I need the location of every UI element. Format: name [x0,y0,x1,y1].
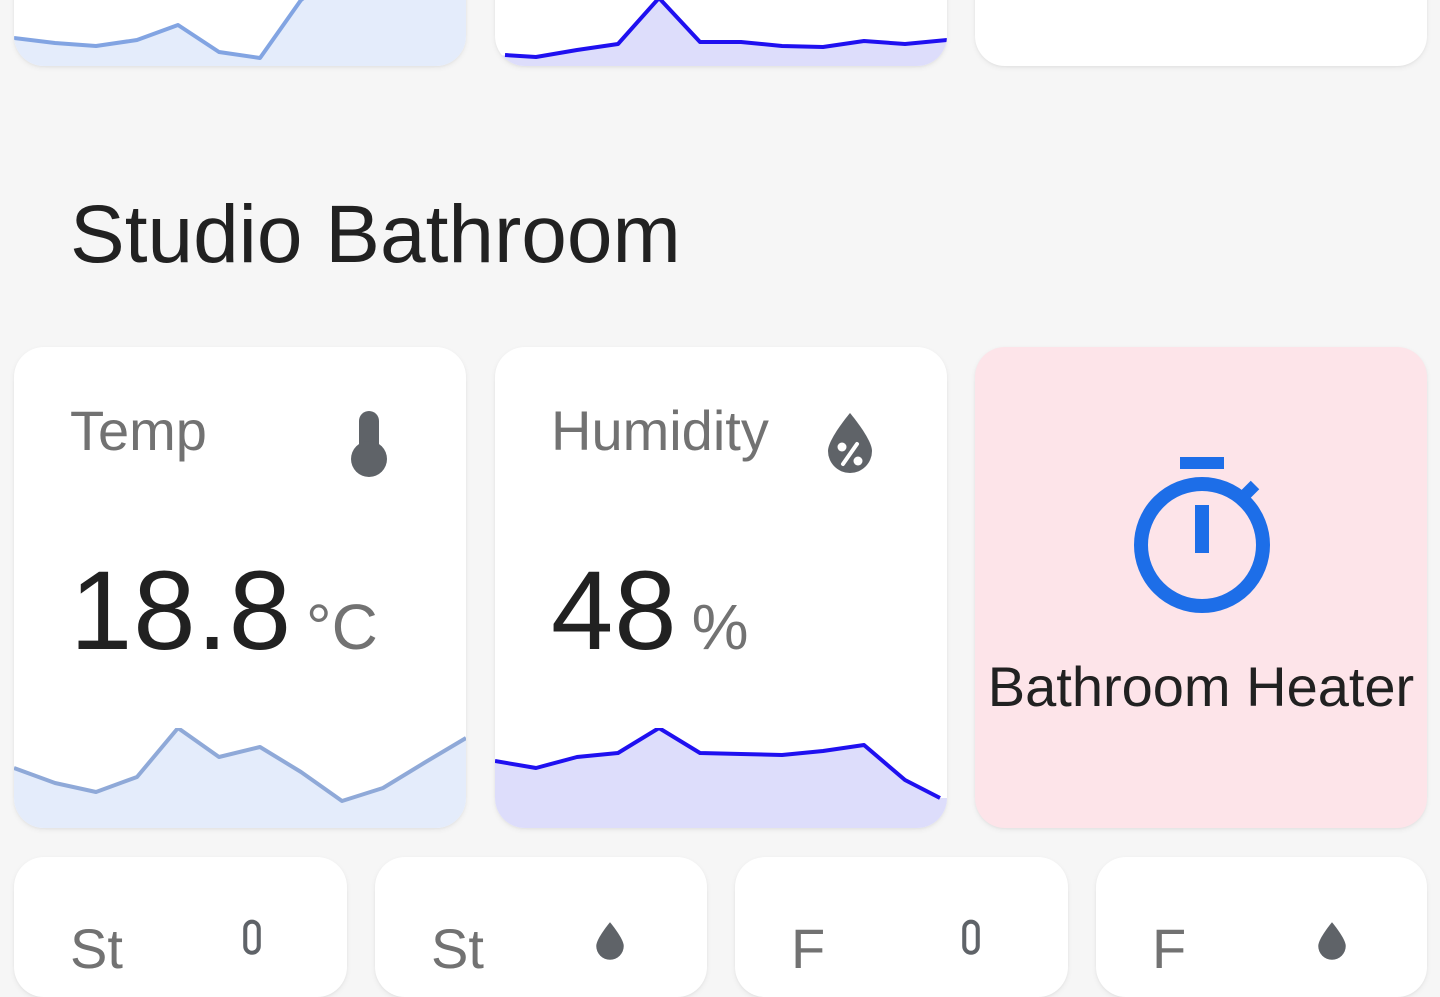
thermometer-icon [351,411,387,477]
bathroom-heater-button[interactable]: Bathroom Heater [975,347,1427,828]
prev-humidity-sparkline [495,0,947,66]
prev-temp-sparkline [14,0,466,66]
water-percent-icon [596,922,624,960]
section-title: Studio Bathroom [70,189,681,280]
temp-number: 18.8 [70,548,292,673]
next-card-3[interactable]: F [735,857,1068,997]
humidity-sparkline [495,728,947,828]
humidity-value: 48% [551,555,748,667]
humidity-card-name: Humidity [551,399,769,462]
next-card-3-name: F [791,917,826,980]
prev-blank-card[interactable] [975,0,1427,66]
next-card-2[interactable]: St [375,857,707,997]
next-card-4[interactable]: F [1096,857,1427,997]
water-percent-icon [828,413,872,473]
temp-unit: °C [305,591,378,663]
water-percent-icon [1318,922,1346,960]
next-card-2-name: St [431,917,484,980]
temp-card-name: Temp [70,399,207,462]
temp-card[interactable]: Temp 18.8 °C [14,347,466,828]
prev-temp-card[interactable] [14,0,466,66]
humidity-number: 48 [551,548,678,673]
humidity-card[interactable]: Humidity 48% [495,347,947,828]
next-card-1-name: St [70,917,123,980]
next-card-1[interactable]: St [14,857,347,997]
thermometer-icon [962,919,980,955]
temp-value: 18.8 °C [70,555,378,667]
thermometer-icon [243,919,261,955]
humidity-unit: % [691,591,749,663]
bathroom-heater-label: Bathroom Heater [987,655,1415,718]
timer-icon [1134,457,1270,613]
prev-humidity-card[interactable] [495,0,947,66]
temp-sparkline [14,728,466,828]
next-card-4-name: F [1152,917,1187,980]
